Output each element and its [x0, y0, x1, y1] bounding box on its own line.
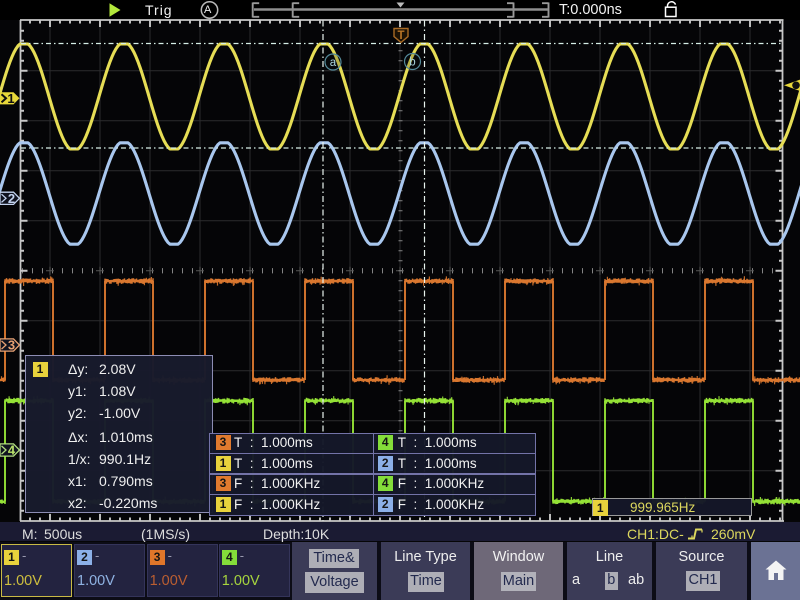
svg-text:1: 1: [7, 91, 14, 106]
svg-text:T: T: [397, 30, 404, 42]
svg-text:3: 3: [8, 338, 15, 353]
svg-text:b: b: [409, 57, 415, 69]
svg-text:a: a: [330, 57, 337, 69]
svg-text:4: 4: [8, 443, 16, 458]
svg-text:2: 2: [8, 191, 15, 206]
